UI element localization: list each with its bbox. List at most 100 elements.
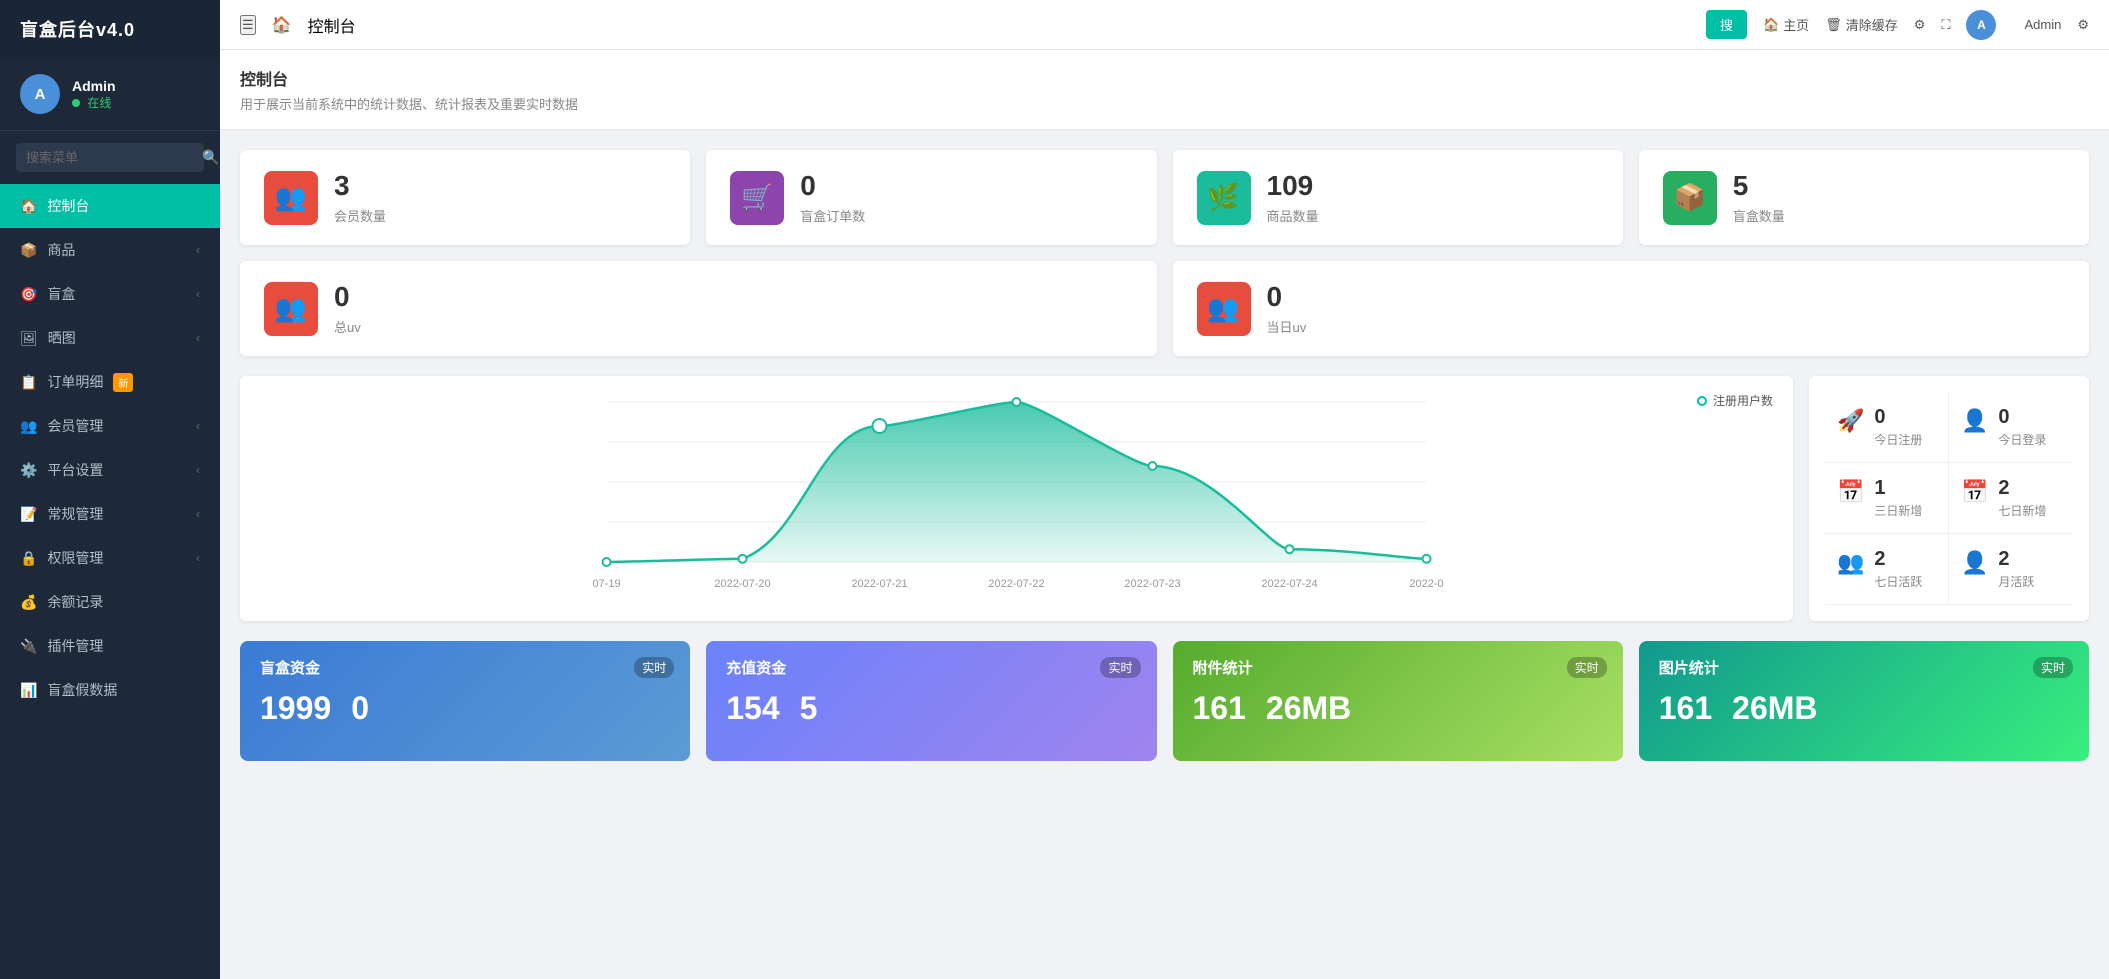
panel-stat-today_login: 👤 0 今日登录 [1949, 392, 2073, 463]
stat-info: 0 总uv [334, 281, 1133, 336]
stat-value: 3 [334, 170, 666, 202]
sidebar-item-balance[interactable]: 💰 余额记录 [0, 580, 220, 624]
sidebar-item-showmap[interactable]: 🖼 晒图 ‹ [0, 316, 220, 360]
bottom-card-title: 盲盒资金 [260, 657, 670, 678]
sidebar-item-goods[interactable]: 📦 商品 ‹ [0, 228, 220, 272]
search-input[interactable] [26, 150, 202, 165]
bottom-card-val-2: 26MB [1266, 690, 1351, 727]
panel-stat-label: 七日新增 [1998, 502, 2046, 519]
bottom-card-image_stats: 图片统计 实时 161 26MB [1639, 641, 2089, 761]
panel-stat-label: 三日新增 [1874, 502, 1922, 519]
stat-card-boxes: 📦 5 盲盒数量 [1639, 150, 2089, 245]
goods-icon: 🌿 [1197, 171, 1251, 225]
search-top-button[interactable]: 搜 [1706, 10, 1747, 39]
app-title: 盲盒后台v4.0 [20, 20, 135, 40]
general-icon: 📝 [20, 506, 37, 523]
menu-arrow-icon: ‹ [196, 551, 200, 565]
bottom-card-title: 附件统计 [1193, 657, 1603, 678]
stat-card-orders: 🛒 0 盲盒订单数 [706, 150, 1156, 245]
menu-item-left: 💰 余额记录 [20, 592, 103, 612]
svg-text:07-19: 07-19 [592, 578, 620, 590]
stats-row-1: 👥 3 会员数量 🛒 0 盲盒订单数 🌿 109 商品数量 📦 5 盲盒数量 [240, 150, 2089, 245]
stat-info: 5 盲盒数量 [1733, 170, 2065, 225]
panel-stat-value: 0 [1874, 406, 1922, 429]
panel-stat-value: 0 [1998, 406, 2046, 429]
sidebar-item-dashboard[interactable]: 🏠 控制台 [0, 184, 220, 228]
bottom-card-values: 161 26MB [1659, 690, 2069, 727]
legend-label: 注册用户数 [1713, 392, 1773, 409]
bottom-card-values: 161 26MB [1193, 690, 1603, 727]
balance-icon: 💰 [20, 594, 37, 611]
stat-label: 盲盒数量 [1733, 206, 2065, 225]
stat-label: 当日uv [1267, 317, 2066, 336]
panel-stat-label: 今日登录 [1998, 431, 2046, 448]
sidebar-item-plugins[interactable]: 🔌 插件管理 [0, 624, 220, 668]
bottom-card-values: 1999 0 [260, 690, 670, 727]
app-logo: 盲盒后台v4.0 [0, 0, 220, 58]
settings-icon: ⚙️ [20, 462, 37, 479]
home-icon: 🏠 [1763, 17, 1779, 33]
main-content: ☰ 🏠 控制台 搜 🏠 主页 🗑 清除缓存 ⚙ ⛶ A Admin ⚙ [220, 0, 2109, 979]
sidebar-item-members[interactable]: 👥 会员管理 ‹ [0, 404, 220, 448]
fullscreen-button[interactable]: ⛶ [1941, 17, 1950, 33]
topbar: ☰ 🏠 控制台 搜 🏠 主页 🗑 清除缓存 ⚙ ⛶ A Admin ⚙ [220, 0, 2109, 50]
menu-item-label: 插件管理 [47, 636, 103, 656]
showmap-icon: 🖼 [20, 330, 38, 347]
today_login-icon: 👤 [1961, 408, 1988, 434]
page-subtitle: 用于展示当前系统中的统计数据、统计报表及重要实时数据 [240, 94, 2089, 113]
bottom-cards: 盲盒资金 实时 1999 0 充值资金 实时 154 5 附件统计 实时 161… [240, 641, 2089, 761]
area-chart: 07-19 2022-07-20 2022-07-21 2022-07-22 2… [256, 392, 1777, 592]
stat-label: 商品数量 [1267, 206, 1599, 225]
chart-section: 注册用户数 [240, 376, 2089, 621]
settings-icon-button[interactable]: ⚙ [1914, 17, 1926, 33]
panel-stat-label: 月活跃 [1998, 573, 2034, 590]
menu-item-label: 会员管理 [47, 416, 103, 436]
topbar-avatar[interactable]: A [1966, 10, 1996, 40]
stat-info: 109 商品数量 [1267, 170, 1599, 225]
stats-panel-grid: 🚀 0 今日注册 👤 0 今日登录 📅 1 三日新增 📅 2 七日新增 👥 2 … [1825, 392, 2073, 605]
sidebar-item-permissions[interactable]: 🔒 权限管理 ‹ [0, 536, 220, 580]
stat-value: 109 [1267, 170, 1599, 202]
bottom-card-val-2: 5 [800, 690, 818, 727]
menu-item-label: 商品 [47, 240, 75, 260]
plugins-icon: 🔌 [20, 638, 37, 655]
topbar-right: 搜 🏠 主页 🗑 清除缓存 ⚙ ⛶ A Admin ⚙ [1706, 10, 2089, 40]
sidebar-item-general[interactable]: 📝 常规管理 ‹ [0, 492, 220, 536]
bottom-card-val-1: 1999 [260, 690, 331, 727]
stat-value: 5 [1733, 170, 2065, 202]
menu-arrow-icon: ‹ [196, 419, 200, 433]
today_uv-icon: 👥 [1197, 282, 1251, 336]
sidebar: 盲盒后台v4.0 A Admin 在线 🔍 🏠 控制台 📦 商品 ‹ [0, 0, 220, 979]
menu-item-label: 常规管理 [47, 504, 103, 524]
sidebar-item-mockdata[interactable]: 📊 盲盒假数据 [0, 668, 220, 712]
menu-arrow-icon: ‹ [196, 243, 200, 257]
bottom-card-title: 充值资金 [726, 657, 1136, 678]
menu-item-left: 🔌 插件管理 [20, 636, 103, 656]
sidebar-item-settings[interactable]: ⚙️ 平台设置 ‹ [0, 448, 220, 492]
bottom-card-values: 154 5 [726, 690, 1136, 727]
clear-cache-button[interactable]: 🗑 清除缓存 [1825, 15, 1898, 34]
panel-stat-month_active: 👤 2 月活跃 [1949, 534, 2073, 605]
menu-toggle-button[interactable]: ☰ [240, 15, 256, 35]
sidebar-item-blindbox[interactable]: 🎯 盲盒 ‹ [0, 272, 220, 316]
seven_day_active-icon: 👥 [1837, 550, 1864, 576]
sidebar-search[interactable]: 🔍 [16, 143, 204, 172]
bottom-card-title: 图片统计 [1659, 657, 2069, 678]
topbar-admin-label: Admin [2024, 17, 2061, 32]
stat-label: 会员数量 [334, 206, 666, 225]
page-header: 控制台 用于展示当前系统中的统计数据、统计报表及重要实时数据 [220, 50, 2109, 130]
fullscreen-icon: ⛶ [1941, 17, 1950, 33]
seven_day_new-icon: 📅 [1961, 479, 1988, 505]
home-button[interactable]: 🏠 主页 [1763, 15, 1809, 34]
bottom-card-val-1: 154 [726, 690, 779, 727]
today_register-icon: 🚀 [1837, 408, 1864, 434]
stat-card-goods: 🌿 109 商品数量 [1173, 150, 1623, 245]
menu-arrow-icon: ‹ [196, 331, 200, 345]
members-icon: 👥 [264, 171, 318, 225]
sidebar-item-orders[interactable]: 📋 订单明细 新 [0, 360, 220, 404]
members-icon: 👥 [20, 418, 37, 435]
topbar-gear-icon[interactable]: ⚙ [2077, 17, 2089, 33]
svg-text:2022-07-23: 2022-07-23 [1124, 578, 1180, 590]
menu-item-left: 🔒 权限管理 [20, 548, 103, 568]
orders-icon: 🛒 [730, 171, 784, 225]
